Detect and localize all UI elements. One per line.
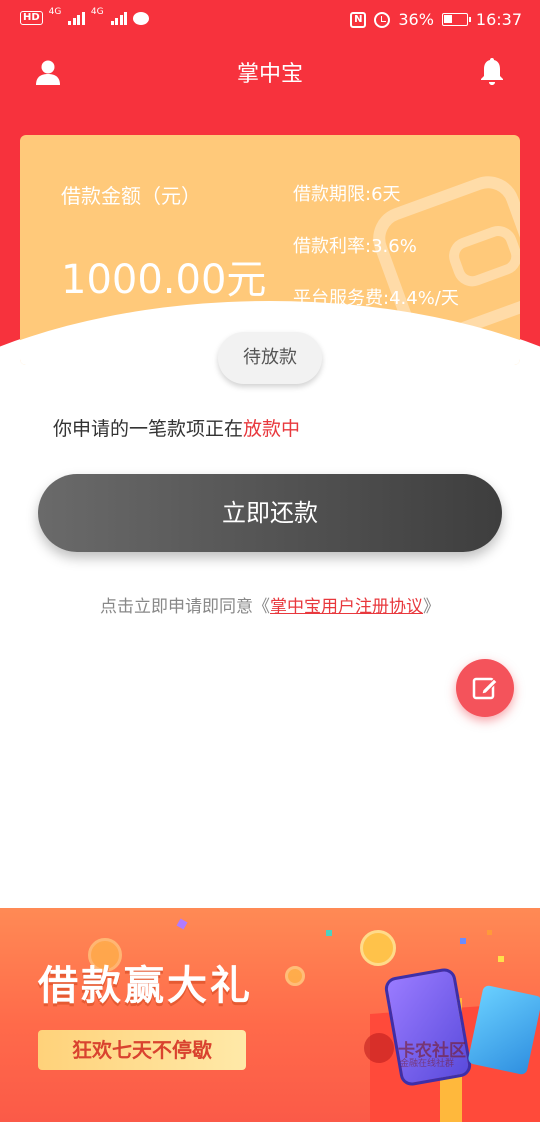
- coin-icon: [285, 966, 305, 986]
- confetti: [326, 930, 332, 936]
- confetti: [460, 938, 466, 944]
- status-bar: HD 4G 4G N 36% 16:37: [0, 0, 540, 42]
- battery-percent: 36%: [398, 10, 434, 29]
- promo-subtitle: 狂欢七天不停歇: [38, 1030, 246, 1070]
- confetti: [487, 930, 492, 935]
- loan-rate: 借款利率:3.6%: [293, 236, 417, 257]
- hd-badge: HD: [20, 11, 43, 25]
- amount-value: 1000.00元: [61, 257, 267, 303]
- loan-term: 借款期限:6天: [293, 184, 401, 205]
- status-badge: 待放款: [218, 332, 322, 384]
- repay-button[interactable]: 立即还款: [38, 474, 502, 552]
- watermark-logo-icon: [364, 1033, 394, 1063]
- edit-fab-button[interactable]: [456, 659, 514, 717]
- battery-icon: [441, 13, 471, 26]
- loan-card: 借款金额（元） 1000.00元 借款期限:6天 借款利率:3.6% 平台服务费…: [20, 135, 520, 365]
- chat-icon: [133, 11, 150, 25]
- alarm-icon: [374, 11, 391, 28]
- network-type-1: 4G: [48, 7, 62, 17]
- bell-icon[interactable]: [478, 56, 506, 86]
- edit-icon: [472, 677, 498, 700]
- promo-title: 借款赢大礼: [38, 963, 253, 1009]
- confetti: [176, 918, 188, 930]
- network-type-2: 4G: [90, 7, 104, 17]
- agreement-link[interactable]: 掌中宝用户注册协议: [270, 597, 423, 617]
- status-right: N 36% 16:37: [350, 10, 522, 29]
- watermark-subtext: 金融在线社群: [400, 1059, 455, 1069]
- clock: 16:37: [475, 10, 522, 29]
- signal-icon: [68, 11, 85, 25]
- agreement-prefix: 点击立即申请即同意《: [100, 597, 270, 617]
- page-title: 掌中宝: [236, 62, 303, 87]
- status-left: HD 4G 4G: [20, 7, 150, 25]
- coin-icon: [360, 930, 396, 966]
- nfc-icon: N: [350, 11, 367, 28]
- progress-message: 你申请的一笔款项正在放款中: [53, 414, 300, 441]
- promo-banner[interactable]: 借款赢大礼 狂欢七天不停歇 卡农社区 金融在线社群: [0, 908, 540, 1122]
- agreement-text: 点击立即申请即同意《掌中宝用户注册协议》: [0, 592, 540, 617]
- amount-label: 借款金额（元）: [61, 184, 201, 208]
- progress-prefix: 你申请的一笔款项正在: [53, 418, 244, 440]
- agreement-suffix: 》: [423, 597, 440, 617]
- signal-icon-2: [110, 11, 128, 25]
- progress-highlight: 放款中: [243, 418, 301, 440]
- confetti: [498, 956, 504, 962]
